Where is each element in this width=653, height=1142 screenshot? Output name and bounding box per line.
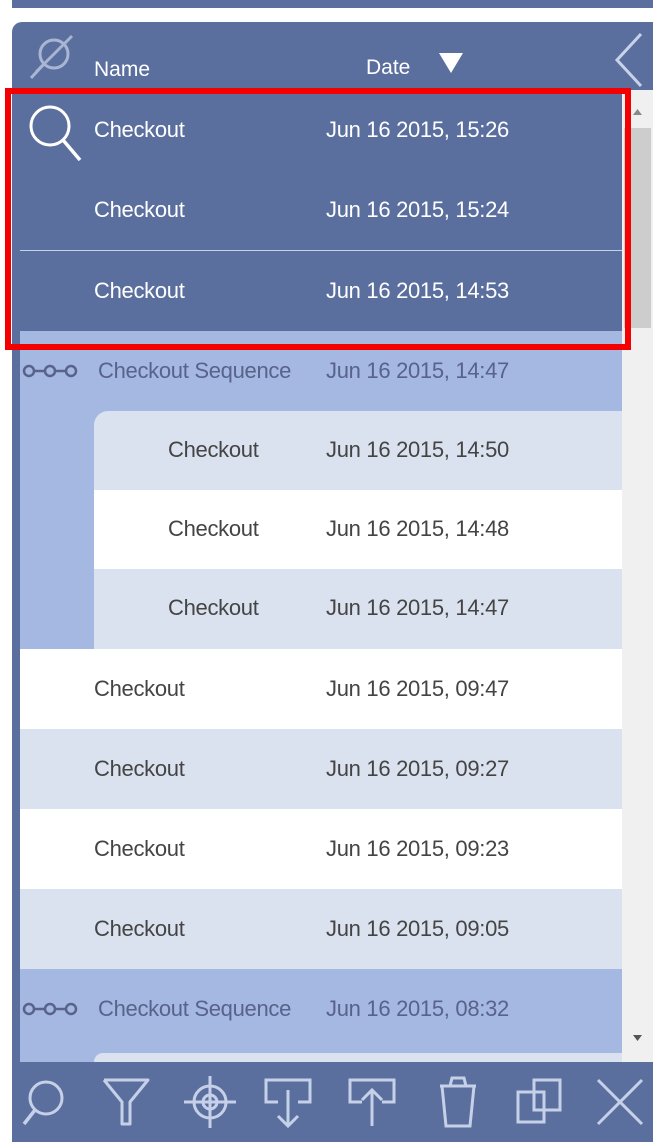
child-list: Checkout Jun 16 2015, 14:50 Checkout Jun… <box>94 411 622 649</box>
scroll-down-arrow-icon[interactable] <box>622 1028 653 1048</box>
item-date: Jun 16 2015, 14:50 <box>326 437 509 462</box>
sequence-group-row[interactable]: Checkout Sequence Jun 16 2015, 08:32 <box>20 969 622 1049</box>
no-search-icon[interactable] <box>28 34 80 84</box>
duplicate-icon[interactable] <box>510 1072 570 1132</box>
item-date: Jun 16 2015, 09:47 <box>326 676 509 701</box>
search-icon[interactable] <box>18 1072 78 1132</box>
close-icon[interactable] <box>590 1072 650 1132</box>
target-icon[interactable] <box>180 1072 240 1132</box>
top-border <box>12 0 653 8</box>
child-list-item[interactable]: Checkout Jun 16 2015, 14:47 <box>94 569 622 649</box>
item-date: Jun 16 2015, 09:27 <box>326 756 509 781</box>
item-date: Jun 16 2015, 14:47 <box>326 595 509 620</box>
group-name: Checkout Sequence <box>98 358 292 383</box>
group-name: Checkout Sequence <box>98 996 292 1021</box>
bottom-toolbar <box>12 1062 653 1142</box>
list-item[interactable]: Checkout Jun 16 2015, 09:23 <box>20 809 622 889</box>
filter-icon[interactable] <box>96 1072 156 1132</box>
child-list-item[interactable]: Checkout Jun 16 2015, 14:48 <box>94 490 622 569</box>
item-date: Jun 16 2015, 09:05 <box>326 916 509 941</box>
child-list <box>94 1053 622 1062</box>
item-name: Checkout <box>94 916 185 941</box>
list-header: Name Date <box>12 22 653 90</box>
trash-icon[interactable] <box>428 1072 488 1132</box>
child-list-item[interactable]: Checkout Jun 16 2015, 14:50 <box>94 411 622 490</box>
sequence-group-children: Checkout Jun 16 2015, 14:50 Checkout Jun… <box>20 411 622 649</box>
list-item[interactable]: Checkout Jun 16 2015, 09:47 <box>20 649 622 729</box>
collapse-chevron-icon[interactable] <box>614 32 644 88</box>
item-name: Checkout <box>94 676 185 701</box>
item-name: Checkout <box>168 516 259 541</box>
import-icon[interactable] <box>258 1072 318 1132</box>
selection-highlight-box <box>5 88 631 350</box>
column-header-name[interactable]: Name <box>94 58 150 82</box>
item-name: Checkout <box>94 836 185 861</box>
item-date: Jun 16 2015, 14:48 <box>326 516 509 541</box>
sequence-chain-icon <box>22 364 78 378</box>
list-item[interactable]: Checkout Jun 16 2015, 09:05 <box>20 889 622 969</box>
item-name: Checkout <box>168 595 259 620</box>
group-date: Jun 16 2015, 14:47 <box>326 358 509 383</box>
item-name: Checkout <box>94 756 185 781</box>
column-header-date[interactable]: Date <box>366 56 410 80</box>
sequence-chain-icon <box>22 1002 78 1016</box>
sequence-group-children <box>20 1049 622 1062</box>
export-icon[interactable] <box>342 1072 402 1132</box>
item-date: Jun 16 2015, 09:23 <box>326 836 509 861</box>
item-name: Checkout <box>168 437 259 462</box>
list-item[interactable]: Checkout Jun 16 2015, 09:27 <box>20 729 622 809</box>
sort-down-arrow-icon[interactable] <box>438 52 464 74</box>
group-date: Jun 16 2015, 08:32 <box>326 996 509 1021</box>
